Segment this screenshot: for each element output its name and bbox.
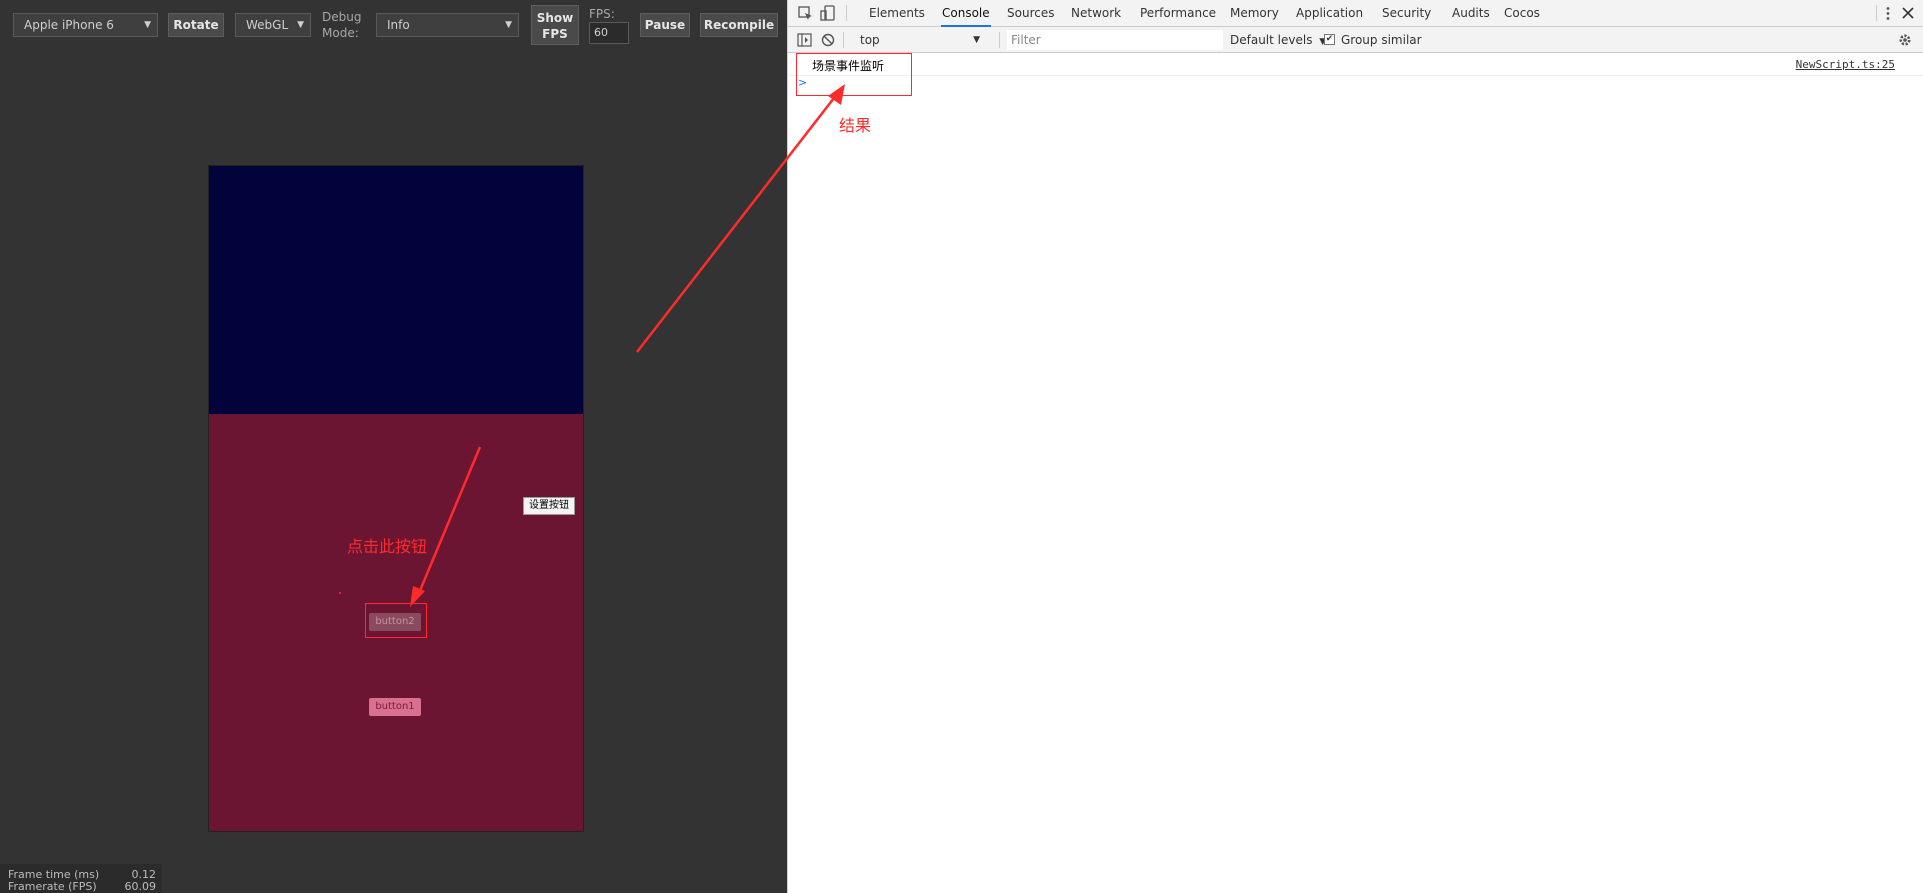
device-select-value: Apple iPhone 6 <box>24 18 114 32</box>
renderer-select[interactable]: WebGL ▼ <box>235 13 311 37</box>
button1[interactable]: button1 <box>369 698 421 716</box>
console-log-row: 场景事件监听 NewScript.ts:25 <box>788 53 1923 76</box>
show-fps-label-line1: Show <box>536 11 574 25</box>
toolbar-divider <box>999 32 1000 48</box>
framerate-label: Framerate (FPS) <box>8 880 97 893</box>
chevron-down-icon: ▼ <box>505 20 512 30</box>
game-canvas[interactable]: 设置按钮 button2 button1 <box>208 165 584 832</box>
tab-cocos[interactable]: Cocos <box>1504 0 1540 27</box>
inspect-element-icon[interactable] <box>798 6 813 21</box>
debug-mode-label-line2: Mode: <box>322 26 359 40</box>
log-levels-dropdown[interactable]: Default levels ▼ <box>1230 27 1326 53</box>
chevron-down-icon: ▼ <box>297 20 304 30</box>
tabbar-divider-right <box>1876 5 1877 21</box>
close-icon[interactable] <box>1902 7 1914 19</box>
set-button[interactable]: 设置按钮 <box>523 497 575 515</box>
debug-mode-label-line1: Debug <box>322 10 362 24</box>
console-toolbar: top ▼ Filter Default levels ▼ ✔ Group si… <box>788 27 1923 53</box>
tab-performance[interactable]: Performance <box>1140 0 1216 27</box>
log-source-link[interactable]: NewScript.ts:25 <box>1796 58 1895 71</box>
context-select[interactable]: top ▼ <box>860 27 980 53</box>
tabbar-divider <box>846 5 847 21</box>
tab-network[interactable]: Network <box>1071 0 1121 27</box>
device-select[interactable]: Apple iPhone 6 ▼ <box>13 13 158 37</box>
gear-icon[interactable] <box>1898 33 1912 47</box>
fps-input[interactable]: 60 <box>589 22 629 44</box>
chevron-down-icon: ▼ <box>973 35 980 45</box>
tab-memory[interactable]: Memory <box>1230 0 1279 27</box>
annotation-result-text: 结果 <box>839 116 872 135</box>
tab-console[interactable]: Console <box>941 0 991 27</box>
tab-security[interactable]: Security <box>1382 0 1431 27</box>
tab-audits[interactable]: Audits <box>1452 0 1490 27</box>
filter-input[interactable]: Filter <box>1007 30 1223 50</box>
debug-mode-select[interactable]: Info ▼ <box>376 13 519 37</box>
device-toolbar-icon[interactable] <box>820 5 836 21</box>
show-fps-button[interactable]: Show FPS <box>531 5 579 45</box>
tab-sources[interactable]: Sources <box>1007 0 1054 27</box>
button2-highlight-box <box>365 603 427 638</box>
log-levels-label: Default levels <box>1230 33 1313 47</box>
annotation-click-text: 点击此按钮 <box>347 537 428 556</box>
canvas-top-area <box>209 166 583 414</box>
context-select-value: top <box>860 33 880 47</box>
sidebar-toggle-icon[interactable] <box>797 33 812 47</box>
group-similar-label: Group similar <box>1341 33 1422 47</box>
devtools-tabbar: Elements Console Sources Network Perform… <box>788 0 1923 27</box>
tab-application[interactable]: Application <box>1296 0 1363 27</box>
show-fps-label-line2: FPS <box>542 27 568 41</box>
stats-panel: Frame time (ms) 0.12 Framerate (FPS) 60.… <box>0 864 162 893</box>
clear-console-icon[interactable] <box>821 33 835 47</box>
renderer-select-value: WebGL <box>246 18 289 32</box>
framerate-value: 60.09 <box>124 880 157 893</box>
chevron-down-icon: ▼ <box>144 20 151 30</box>
fps-label: FPS: <box>589 7 615 21</box>
group-similar-checkbox[interactable]: ✔ <box>1324 34 1335 45</box>
simulator-panel: Apple iPhone 6 ▼ Rotate WebGL ▼ Debug Mo… <box>0 0 787 893</box>
more-options-icon[interactable] <box>1885 6 1891 21</box>
debug-mode-label: Debug Mode: <box>322 9 361 41</box>
pause-button[interactable]: Pause <box>640 13 690 37</box>
rotate-button[interactable]: Rotate <box>168 13 224 37</box>
toolbar-divider <box>843 32 844 48</box>
result-highlight-box <box>796 53 912 96</box>
devtools-panel: Elements Console Sources Network Perform… <box>787 0 1923 893</box>
debug-mode-select-value: Info <box>387 18 410 32</box>
recompile-button[interactable]: Recompile <box>700 13 778 37</box>
console-output: 场景事件监听 NewScript.ts:25 > <box>788 53 1923 893</box>
framerate-row: Framerate (FPS) 60.09 <box>8 881 156 893</box>
tab-elements[interactable]: Elements <box>869 0 925 27</box>
